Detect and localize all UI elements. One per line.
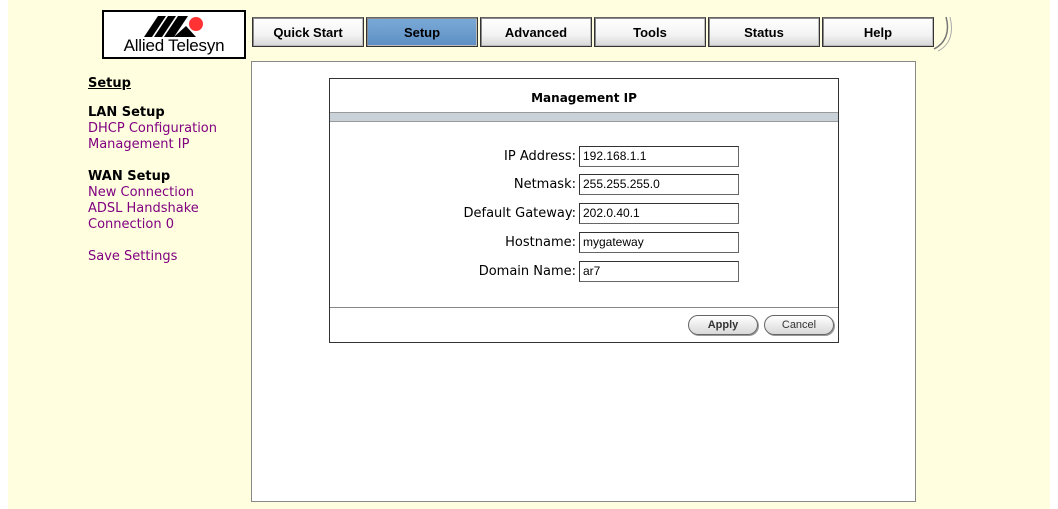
sidebar-heading-wan: WAN Setup [88, 169, 171, 184]
domain-name-label: Domain Name: [478, 264, 576, 279]
domain-name-input[interactable]: ar7 [579, 261, 739, 282]
sidebar-heading-lan: LAN Setup [88, 105, 165, 120]
field-row-hostname: Hostname: mygateway [330, 232, 838, 254]
sidebar-item-new-connection[interactable]: New Connection [88, 185, 248, 201]
hostname-input[interactable]: mygateway [579, 232, 739, 253]
tab-tools[interactable]: Tools [594, 17, 706, 47]
tabbar-swoosh-decoration [933, 16, 952, 52]
hostname-label: Hostname: [505, 235, 576, 250]
netmask-input[interactable]: 255.255.255.0 [579, 174, 739, 195]
brand-name: Allied Telesyn [123, 36, 225, 55]
management-ip-form: Management IP IP Address: 192.168.1.1 Ne… [329, 78, 839, 343]
default-gateway-label: Default Gateway: [463, 206, 577, 221]
field-row-netmask: Netmask: 255.255.255.0 [330, 174, 838, 196]
ip-address-label: IP Address: [504, 149, 576, 164]
sidebar-item-management-ip[interactable]: Management IP [88, 137, 248, 153]
allied-telesyn-logo[interactable]: Allied Telesyn [102, 10, 246, 59]
page-background: Allied Telesyn Quick Start Setup Advance… [8, 0, 1050, 509]
sidebar-item-save-settings[interactable]: Save Settings [88, 249, 248, 265]
main-panel: Management IP IP Address: 192.168.1.1 Ne… [251, 61, 916, 502]
tab-quick-start[interactable]: Quick Start [252, 17, 364, 47]
apply-button[interactable]: Apply [688, 315, 758, 335]
form-footer-divider [330, 307, 838, 308]
default-gateway-input[interactable]: 202.0.40.1 [579, 203, 739, 224]
tab-advanced[interactable]: Advanced [480, 17, 592, 47]
tab-status[interactable]: Status [708, 17, 820, 47]
sidebar-item-adsl-handshake[interactable]: ADSL Handshake [88, 201, 248, 217]
netmask-label: Netmask: [513, 177, 576, 192]
sidebar-item-dhcp-configuration[interactable]: DHCP Configuration [88, 121, 248, 137]
form-title: Management IP [531, 91, 637, 105]
tab-setup[interactable]: Setup [366, 17, 478, 47]
field-row-domain-name: Domain Name: ar7 [330, 261, 838, 283]
sidebar-title[interactable]: Setup [88, 76, 248, 91]
cancel-button[interactable]: Cancel [764, 315, 834, 335]
title-divider-bar [330, 112, 838, 122]
field-row-ip-address: IP Address: 192.168.1.1 [330, 146, 838, 168]
sidebar-item-connection-0[interactable]: Connection 0 [88, 217, 248, 233]
sidebar: Setup LAN Setup DHCP Configuration Manag… [88, 76, 248, 265]
logo-mark-icon [144, 16, 203, 37]
tab-help[interactable]: Help [822, 17, 934, 47]
field-row-default-gateway: Default Gateway: 202.0.40.1 [330, 203, 838, 225]
ip-address-input[interactable]: 192.168.1.1 [579, 146, 739, 167]
